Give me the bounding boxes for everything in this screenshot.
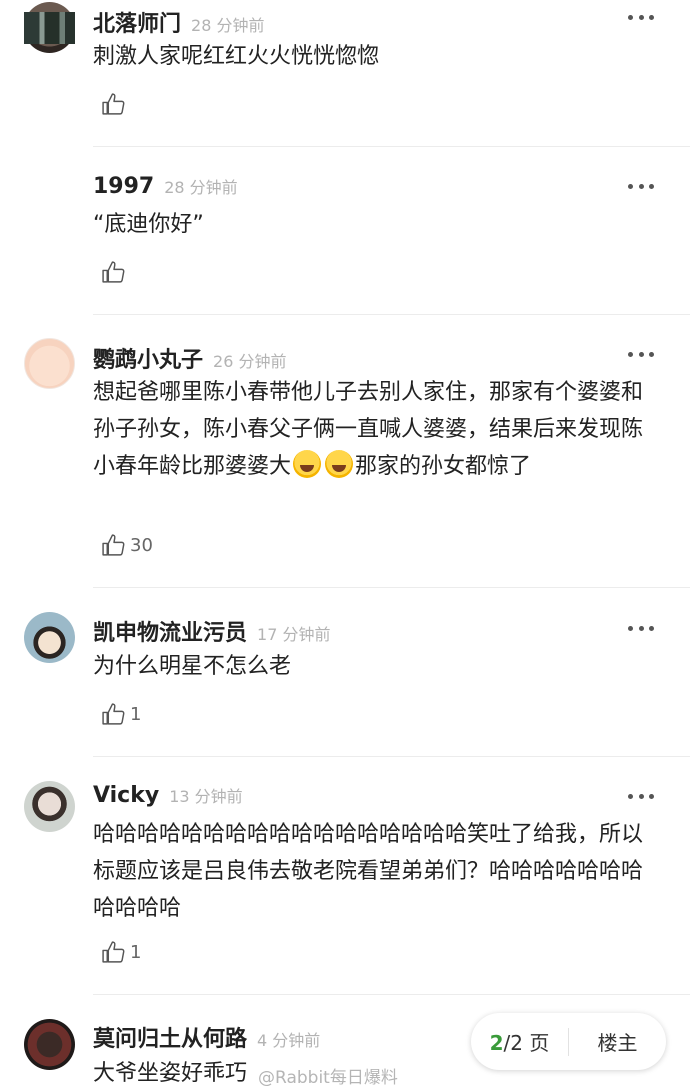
more-dots-icon[interactable]	[628, 14, 654, 20]
like-count: 1	[130, 942, 142, 963]
divider	[93, 146, 690, 147]
comment-author[interactable]: 鹦鹉小丸子 26 分钟前	[93, 342, 286, 374]
watermark: @Rabbit每日爆料	[258, 1068, 398, 1088]
comment-time: 13 分钟前	[169, 787, 243, 806]
comment-text: 为什么明星不怎么老	[93, 654, 292, 679]
comment-time: 17 分钟前	[257, 625, 331, 644]
thumbs-up-icon	[102, 941, 125, 963]
like-button[interactable]	[101, 92, 130, 117]
comment-text: 想起爸哪里陈小春带他儿子去别人家住，那家有个婆婆和孙子孙女，陈小春父子俩一直喊人…	[93, 374, 659, 485]
author-name[interactable]: 1997	[93, 174, 154, 199]
thumbs-up-icon	[102, 534, 125, 556]
current-page: 2	[489, 1031, 504, 1055]
divider	[93, 587, 690, 588]
author-name[interactable]: Vicky	[93, 783, 159, 808]
avatar[interactable]	[24, 781, 75, 832]
divider	[93, 314, 690, 315]
comment-author[interactable]: 凯申物流业污员 17 分钟前	[93, 615, 330, 647]
owner-only-button[interactable]: 楼主	[569, 1027, 666, 1056]
laugh-cry-emoji-icon	[325, 450, 354, 478]
avatar[interactable]	[24, 12, 75, 44]
like-button[interactable]: 1	[101, 702, 141, 727]
comment-text: 哈哈哈哈哈哈哈哈哈哈哈哈哈哈哈哈哈笑吐了给我，所以标题应该是吕良伟去敬老院看望弟…	[93, 822, 644, 921]
divider	[93, 994, 690, 995]
comment-text: 刺激人家呢红红火火恍恍惚惚	[93, 44, 380, 69]
author-name[interactable]: 莫问归土从何路	[93, 1027, 247, 1052]
comment-author[interactable]: 1997 28 分钟前	[93, 174, 238, 199]
like-button[interactable]: 30	[101, 533, 153, 558]
laugh-cry-emoji-icon	[293, 450, 322, 478]
comment-time: 26 分钟前	[213, 352, 287, 371]
avatar[interactable]	[24, 338, 75, 389]
comment-author[interactable]: 莫问归土从何路 4 分钟前	[93, 1021, 320, 1053]
like-button[interactable]: 1	[101, 940, 141, 965]
author-name[interactable]: 北落师门	[93, 12, 181, 37]
like-count: 30	[130, 535, 153, 556]
divider	[93, 756, 690, 757]
thumbs-up-icon	[102, 261, 125, 283]
comment-time: 28 分钟前	[164, 178, 238, 197]
like-count: 1	[130, 704, 142, 725]
comment-time: 4 分钟前	[257, 1031, 321, 1050]
more-dots-icon[interactable]	[628, 625, 654, 631]
page-indicator[interactable]: 2/2 页	[471, 1027, 568, 1056]
comment-text: “底迪你好”	[93, 212, 204, 237]
more-dots-icon[interactable]	[628, 183, 654, 189]
author-name[interactable]: 鹦鹉小丸子	[93, 348, 203, 373]
author-name[interactable]: 凯申物流业污员	[93, 621, 247, 646]
like-button[interactable]	[101, 260, 130, 285]
avatar[interactable]	[24, 1019, 75, 1070]
more-dots-icon[interactable]	[628, 351, 654, 357]
comment-time: 28 分钟前	[191, 16, 265, 35]
thumbs-up-icon	[102, 703, 125, 725]
comment-text-part: 那家的孙女都惊了	[355, 454, 532, 479]
thumbs-up-icon	[102, 93, 125, 115]
pagination-pill: 2/2 页 楼主	[471, 1013, 666, 1070]
avatar[interactable]	[24, 612, 75, 663]
more-dots-icon[interactable]	[628, 793, 654, 799]
comment-author[interactable]: Vicky 13 分钟前	[93, 783, 243, 808]
page-total: /2 页	[503, 1031, 550, 1055]
comment-author[interactable]: 北落师门 28 分钟前	[93, 6, 264, 38]
